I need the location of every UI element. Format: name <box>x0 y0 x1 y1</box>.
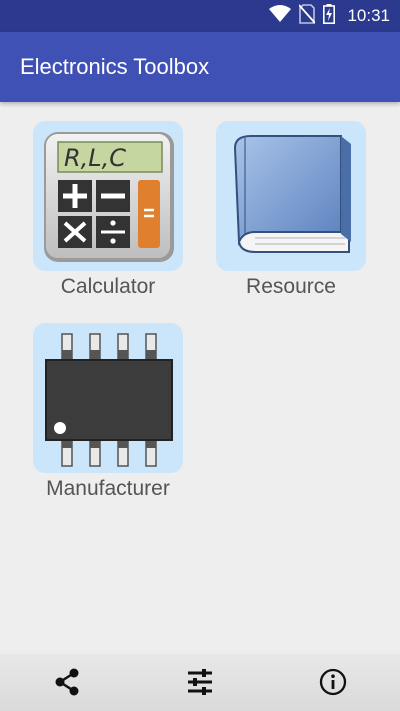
tile-manufacturer[interactable]: Manufacturer <box>33 323 183 501</box>
app-title: Electronics Toolbox <box>20 54 210 79</box>
ic-chip-icon <box>45 333 173 467</box>
no-sim-icon <box>298 3 317 29</box>
tile-label-resource: Resource <box>246 275 336 298</box>
info-icon <box>319 668 347 696</box>
book-icon <box>233 135 351 253</box>
wifi-icon <box>269 4 292 28</box>
settings-button[interactable] <box>184 666 216 698</box>
tile-label-calculator: Calculator <box>60 275 156 298</box>
tile-calculator[interactable]: R,L,C Calculator <box>33 121 183 299</box>
tile-manufacturer-image <box>33 323 183 473</box>
info-button[interactable] <box>317 666 349 698</box>
app-bar: Electronics Toolbox <box>0 32 400 102</box>
calculator-display-text: R,L,C <box>64 144 126 172</box>
share-icon <box>55 668 79 696</box>
tile-calculator-image: R,L,C <box>33 121 183 271</box>
settings-sliders-icon <box>188 669 212 695</box>
status-icons: 10:31 <box>269 0 390 32</box>
bottom-bar <box>0 654 400 711</box>
tile-resource-image <box>216 121 366 271</box>
battery-charging-icon <box>323 3 336 29</box>
tile-label-manufacturer: Manufacturer <box>46 477 170 500</box>
share-button[interactable] <box>51 666 83 698</box>
calculator-icon: R,L,C <box>44 132 174 262</box>
status-time: 10:31 <box>347 6 390 25</box>
status-bar: 10:31 <box>0 0 400 32</box>
tile-resource[interactable]: Resource <box>216 121 366 299</box>
